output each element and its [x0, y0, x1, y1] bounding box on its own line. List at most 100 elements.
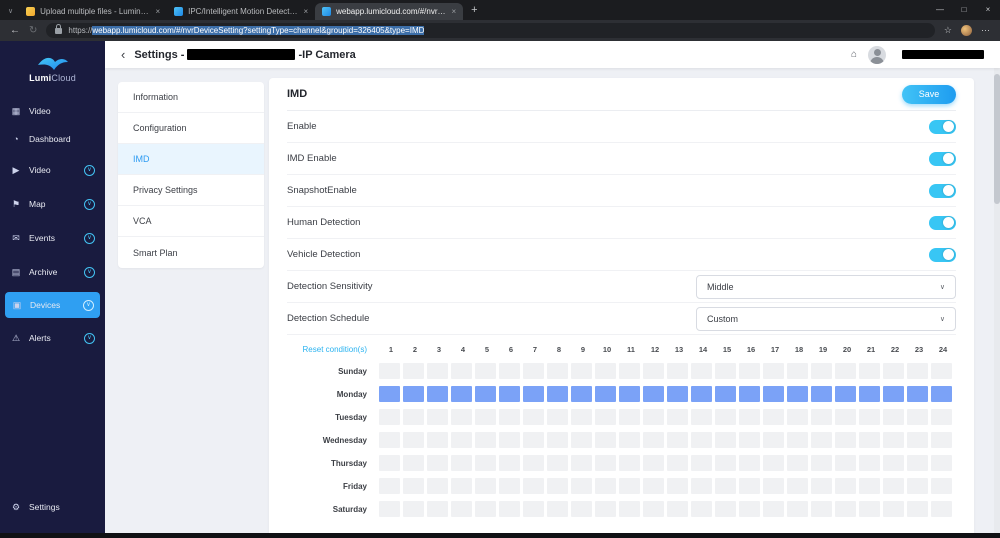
schedule-cell[interactable]: [619, 501, 640, 517]
schedule-cell[interactable]: [883, 409, 904, 425]
schedule-cell[interactable]: [499, 478, 520, 494]
schedule-cell[interactable]: [931, 432, 952, 448]
schedule-cell[interactable]: [475, 432, 496, 448]
detection-schedule-select[interactable]: Custom ∨: [696, 307, 956, 331]
schedule-cell[interactable]: [451, 363, 472, 379]
schedule-cell[interactable]: [835, 409, 856, 425]
schedule-cell[interactable]: [523, 455, 544, 471]
schedule-cell[interactable]: [571, 386, 592, 402]
schedule-cell[interactable]: [739, 478, 760, 494]
tab-close-icon[interactable]: ×: [451, 7, 456, 16]
schedule-cell[interactable]: [835, 455, 856, 471]
schedule-cell[interactable]: [811, 455, 832, 471]
schedule-cell[interactable]: [931, 386, 952, 402]
schedule-cell[interactable]: [907, 432, 928, 448]
schedule-cell[interactable]: [907, 409, 928, 425]
schedule-cell[interactable]: [691, 478, 712, 494]
schedule-cell[interactable]: [571, 455, 592, 471]
sidebar-item-video[interactable]: ▶ Video ∨: [0, 153, 105, 187]
schedule-cell[interactable]: [595, 363, 616, 379]
schedule-cell[interactable]: [787, 455, 808, 471]
schedule-cell[interactable]: [667, 432, 688, 448]
schedule-cell[interactable]: [859, 455, 880, 471]
schedule-cell[interactable]: [739, 363, 760, 379]
schedule-cell[interactable]: [691, 386, 712, 402]
schedule-cell[interactable]: [427, 386, 448, 402]
tab-close-icon[interactable]: ×: [303, 7, 308, 16]
schedule-cell[interactable]: [691, 501, 712, 517]
maximize-button[interactable]: □: [952, 0, 976, 18]
schedule-cell[interactable]: [379, 432, 400, 448]
schedule-cell[interactable]: [859, 363, 880, 379]
schedule-cell[interactable]: [739, 386, 760, 402]
schedule-cell[interactable]: [835, 386, 856, 402]
schedule-cell[interactable]: [643, 478, 664, 494]
address-bar[interactable]: https://webapp.lumicloud.com/#/nvrDevice…: [46, 23, 935, 38]
schedule-cell[interactable]: [619, 478, 640, 494]
schedule-cell[interactable]: [523, 432, 544, 448]
schedule-cell[interactable]: [763, 432, 784, 448]
schedule-cell[interactable]: [715, 478, 736, 494]
toggle-switch[interactable]: [929, 184, 956, 198]
schedule-cell[interactable]: [427, 501, 448, 517]
schedule-cell[interactable]: [907, 386, 928, 402]
toggle-switch[interactable]: [929, 120, 956, 134]
schedule-cell[interactable]: [619, 432, 640, 448]
schedule-cell[interactable]: [619, 386, 640, 402]
schedule-cell[interactable]: [451, 478, 472, 494]
schedule-cell[interactable]: [571, 478, 592, 494]
chevron-down-icon[interactable]: ∨: [84, 333, 95, 344]
schedule-cell[interactable]: [763, 386, 784, 402]
schedule-cell[interactable]: [763, 501, 784, 517]
schedule-cell[interactable]: [787, 409, 808, 425]
nav-item-smart-plan[interactable]: Smart Plan: [118, 237, 264, 268]
schedule-cell[interactable]: [835, 432, 856, 448]
schedule-cell[interactable]: [643, 409, 664, 425]
schedule-cell[interactable]: [763, 478, 784, 494]
schedule-cell[interactable]: [643, 363, 664, 379]
chevron-down-icon[interactable]: ∨: [84, 199, 95, 210]
nav-item-vca[interactable]: VCA: [118, 206, 264, 237]
browser-tab-3-active[interactable]: webapp.lumicloud.com/#/nvrDe... ×: [315, 3, 463, 20]
schedule-cell[interactable]: [547, 363, 568, 379]
schedule-cell[interactable]: [619, 363, 640, 379]
chevron-down-icon[interactable]: ∨: [84, 165, 95, 176]
schedule-cell[interactable]: [595, 386, 616, 402]
schedule-cell[interactable]: [787, 432, 808, 448]
schedule-cell[interactable]: [931, 478, 952, 494]
tab-close-icon[interactable]: ×: [155, 7, 160, 16]
schedule-cell[interactable]: [931, 501, 952, 517]
sidebar-item-dashboard[interactable]: ◔ Dashboard: [0, 125, 105, 153]
schedule-cell[interactable]: [547, 455, 568, 471]
nav-item-information[interactable]: Information: [118, 82, 264, 113]
schedule-cell[interactable]: [475, 363, 496, 379]
schedule-cell[interactable]: [739, 455, 760, 471]
schedule-cell[interactable]: [619, 409, 640, 425]
schedule-cell[interactable]: [451, 409, 472, 425]
schedule-cell[interactable]: [691, 409, 712, 425]
schedule-cell[interactable]: [931, 363, 952, 379]
schedule-cell[interactable]: [691, 432, 712, 448]
schedule-cell[interactable]: [907, 501, 928, 517]
schedule-cell[interactable]: [859, 501, 880, 517]
schedule-cell[interactable]: [931, 455, 952, 471]
hub-icon[interactable]: ⌂: [851, 49, 857, 60]
schedule-cell[interactable]: [427, 363, 448, 379]
schedule-cell[interactable]: [715, 363, 736, 379]
minimize-button[interactable]: —: [928, 0, 952, 18]
save-button[interactable]: Save: [902, 85, 956, 104]
schedule-cell[interactable]: [715, 409, 736, 425]
schedule-cell[interactable]: [403, 501, 424, 517]
schedule-cell[interactable]: [691, 455, 712, 471]
schedule-cell[interactable]: [427, 432, 448, 448]
schedule-cell[interactable]: [451, 432, 472, 448]
schedule-cell[interactable]: [835, 501, 856, 517]
page-scrollbar[interactable]: [994, 68, 1000, 533]
sidebar-item-events[interactable]: ✉ Events ∨: [0, 221, 105, 255]
sidebar-item-archive[interactable]: ▤ Archive ∨: [0, 255, 105, 289]
schedule-cell[interactable]: [667, 363, 688, 379]
schedule-cell[interactable]: [907, 478, 928, 494]
chevron-down-icon[interactable]: ∨: [83, 300, 94, 311]
schedule-cell[interactable]: [451, 455, 472, 471]
schedule-cell[interactable]: [643, 432, 664, 448]
